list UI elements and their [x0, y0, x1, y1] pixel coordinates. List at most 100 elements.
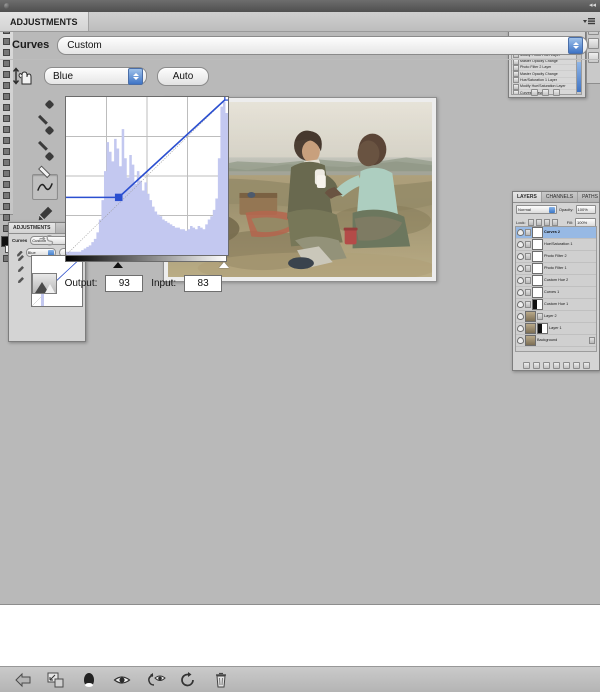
curves-graph[interactable]: [65, 96, 229, 256]
lock-all-icon[interactable]: [552, 219, 558, 226]
opacity-field[interactable]: 100%: [576, 205, 596, 214]
layer-thumbnail[interactable]: [525, 335, 536, 346]
link-icon[interactable]: [525, 241, 531, 248]
toggle-layer-mask-icon[interactable]: [80, 672, 97, 687]
layer-thumbnail[interactable]: [525, 311, 536, 322]
table-row[interactable]: Custom Hue 1: [516, 299, 596, 311]
table-row[interactable]: Curves 2: [516, 227, 596, 239]
visibility-eye-icon[interactable]: [517, 241, 524, 248]
visibility-eye-icon[interactable]: [517, 289, 524, 296]
layer-thumbnail[interactable]: [532, 275, 543, 286]
tool-path-selection[interactable]: [1, 192, 12, 201]
table-row[interactable]: Layer 1: [516, 323, 596, 335]
delete-layer-icon[interactable]: [583, 362, 590, 369]
link-icon[interactable]: [525, 301, 531, 308]
blend-mode-select[interactable]: Normal: [516, 205, 557, 214]
visibility-eye-icon[interactable]: [517, 265, 524, 272]
link-layers-icon[interactable]: [523, 362, 530, 369]
layer-thumbnail[interactable]: [532, 227, 543, 238]
link-icon[interactable]: [525, 229, 531, 236]
layer-thumbnail[interactable]: [532, 251, 543, 262]
layer-list[interactable]: Curves 2 Hue/Saturation 1 Photo Filter 2…: [515, 226, 597, 352]
visibility-eye-icon[interactable]: [517, 337, 524, 344]
table-row[interactable]: Photo Filter 1: [516, 263, 596, 275]
tab-adjustments[interactable]: ADJUSTMENTS: [0, 12, 89, 31]
layer-thumbnail[interactable]: [532, 287, 543, 298]
tool-eraser[interactable]: [1, 126, 12, 135]
layer-thumbnail[interactable]: [532, 239, 543, 250]
visibility-eye-icon[interactable]: [517, 253, 524, 260]
tool-type[interactable]: [1, 181, 12, 190]
layer-mask-thumbnail[interactable]: [537, 323, 548, 334]
lock-position-icon[interactable]: [544, 219, 550, 226]
lock-transparent-pixels-icon[interactable]: [528, 219, 534, 226]
target-adjustment-tool-icon[interactable]: [12, 66, 34, 86]
tab-layers[interactable]: LAYERS: [513, 192, 542, 202]
tool-history-brush[interactable]: [1, 115, 12, 124]
layer-thumbnail[interactable]: [525, 323, 536, 334]
white-point-marker[interactable]: [219, 262, 229, 268]
curve-point-tool-icon[interactable]: [32, 174, 58, 200]
return-to-adjustment-list-icon[interactable]: [14, 672, 31, 687]
link-icon[interactable]: [525, 277, 531, 284]
link-icon[interactable]: [537, 313, 543, 320]
preview-previous-state-icon[interactable]: [146, 672, 163, 687]
white-eyedropper-icon[interactable]: [18, 277, 24, 283]
tool-pen[interactable]: [1, 170, 12, 179]
curve-control-point[interactable]: [225, 97, 228, 100]
link-icon[interactable]: [525, 289, 531, 296]
layer-style-icon[interactable]: [533, 362, 540, 369]
gray-eyedropper-icon[interactable]: [18, 266, 24, 272]
add-layer-mask-icon[interactable]: [543, 362, 550, 369]
adjustments-titlebar[interactable]: ◂◂: [0, 0, 600, 12]
new-snapshot-icon[interactable]: [542, 89, 549, 96]
delete-state-icon[interactable]: [553, 89, 560, 96]
visibility-eye-icon[interactable]: [517, 325, 524, 332]
table-row[interactable]: Custom Hue 2: [516, 275, 596, 287]
new-document-from-state-icon[interactable]: [531, 89, 538, 96]
visibility-eye-icon[interactable]: [517, 313, 524, 320]
link-icon[interactable]: [525, 265, 531, 272]
table-row[interactable]: Photo Filter 2: [516, 251, 596, 263]
auto-button[interactable]: Auto: [157, 67, 209, 86]
output-field[interactable]: 93: [105, 275, 143, 292]
table-row[interactable]: Layer 2: [516, 311, 596, 323]
black-eyedropper-icon[interactable]: [18, 255, 24, 261]
table-row[interactable]: Hue/Saturation 1: [516, 239, 596, 251]
smooth-curve-tool-icon[interactable]: [32, 226, 58, 252]
layer-mask-thumbnail[interactable]: [532, 299, 543, 310]
tool-dodge[interactable]: [1, 159, 12, 168]
reset-adjustment-icon[interactable]: [179, 672, 196, 687]
visibility-eye-icon[interactable]: [517, 301, 524, 308]
table-row[interactable]: Curves 1: [516, 287, 596, 299]
tool-clone-stamp[interactable]: [1, 104, 12, 113]
toggle-layer-visibility-icon[interactable]: [113, 672, 130, 687]
tool-gradient[interactable]: [1, 137, 12, 146]
tab-paths[interactable]: PATHS: [578, 192, 600, 202]
tab-channels[interactable]: CHANNELS: [542, 192, 578, 202]
new-group-icon[interactable]: [563, 362, 570, 369]
visibility-eye-icon[interactable]: [517, 229, 524, 236]
gray-point-eyedropper-icon[interactable]: [32, 122, 58, 148]
curve-plot[interactable]: [66, 97, 228, 255]
curve-control-point[interactable]: [116, 194, 122, 200]
clip-to-layer-icon[interactable]: [47, 672, 64, 687]
pencil-draw-tool-icon[interactable]: [32, 200, 58, 226]
preset-select[interactable]: Custom: [57, 36, 588, 55]
black-point-marker[interactable]: [113, 262, 123, 268]
table-row[interactable]: Background: [516, 335, 596, 347]
tool-brush[interactable]: [1, 93, 12, 102]
new-layer-icon[interactable]: [573, 362, 580, 369]
channel-select[interactable]: Blue: [44, 67, 147, 85]
lock-image-pixels-icon[interactable]: [536, 219, 542, 226]
black-point-eyedropper-icon[interactable]: [32, 96, 58, 122]
tool-blur[interactable]: [1, 148, 12, 157]
white-point-eyedropper-icon[interactable]: [32, 148, 58, 174]
layer-thumbnail[interactable]: [532, 263, 543, 274]
collapse-panel-icon[interactable]: ◂◂: [589, 3, 596, 9]
visibility-eye-icon[interactable]: [517, 277, 524, 284]
delete-adjustment-layer-icon[interactable]: [212, 672, 229, 687]
link-icon[interactable]: [525, 253, 531, 260]
input-field[interactable]: 83: [184, 275, 222, 292]
curve-display-options-icon[interactable]: [32, 273, 57, 294]
